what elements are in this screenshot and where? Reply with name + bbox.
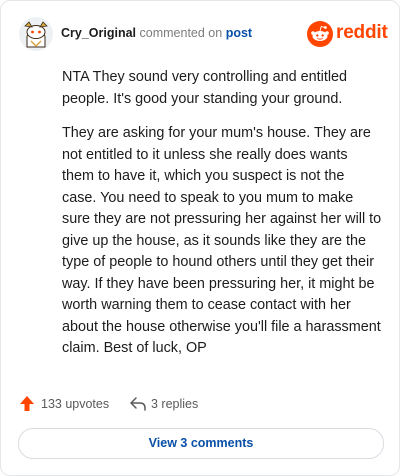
reply-arrow-icon — [130, 397, 146, 411]
snoo-avatar-icon[interactable] — [19, 17, 53, 51]
comment-paragraph: NTA They sound very controlling and enti… — [62, 69, 348, 107]
reply-count: 3 replies — [151, 397, 199, 411]
upvote-arrow-icon — [20, 396, 34, 411]
reddit-logo-icon — [307, 21, 333, 47]
brand-wordmark: reddit — [336, 22, 388, 43]
view-comments-button[interactable]: View 3 comments — [18, 428, 384, 459]
username[interactable]: Cry_Original — [61, 26, 136, 40]
byline: Cry_Original commented on post — [61, 25, 252, 41]
post-link[interactable]: post — [226, 26, 252, 40]
comment-card: Cry_Original commented on post reddit NT… — [0, 0, 400, 476]
byline-verb: commented on — [139, 26, 223, 40]
comment-body: NTA They sound very controlling and enti… — [62, 67, 382, 373]
reddit-brand[interactable]: reddit — [307, 21, 388, 47]
upvote-count: 133 upvotes — [41, 397, 110, 411]
comment-paragraph: They are asking for your mum's house. Th… — [62, 125, 382, 356]
comment-header: Cry_Original commented on post reddit — [19, 17, 388, 53]
